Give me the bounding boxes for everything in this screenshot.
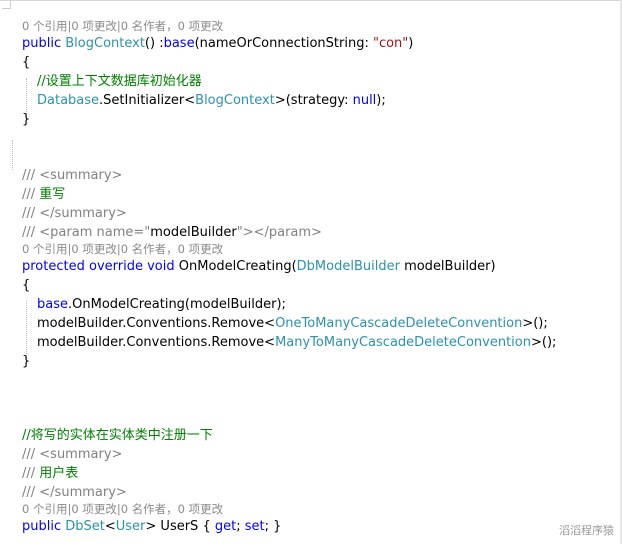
code-token: /// [22,485,40,500]
code-token: Database [37,93,100,108]
code-token: >(strategy: [274,93,353,108]
indent-guide [26,301,27,358]
code-token: OneToManyCascadeDeleteConvention [275,316,523,331]
code-token: "></param> [236,225,322,240]
code-token: BlogContext [65,36,145,51]
code-token: modelBuilder) [399,259,496,274]
code-token: > UserS { [145,519,215,534]
code-line: { [22,276,30,295]
code-line: modelBuilder.Conventions.Remove<ManyToMa… [37,333,556,352]
code-line: /// 重写 [22,185,65,204]
code-token: ) [408,36,414,51]
code-token: /// [22,206,40,221]
code-token: < [104,519,116,534]
code-line: /// <summary> [22,166,122,185]
code-token: //设置上下文数据库初始化器 [37,74,202,89]
code-token: modelBuilder [150,225,237,240]
code-token: modelBuilder.Conventions.Remove< [37,335,276,350]
code-token: >(); [522,316,548,331]
code-token: (nameOrConnectionString: [194,36,373,51]
code-line: modelBuilder.Conventions.Remove<OneToMan… [37,314,548,333]
code-token: ; [236,519,245,534]
code-token: <param name=" [39,225,151,240]
code-token: >(); [530,335,557,350]
code-line: } [22,352,30,371]
code-token: () : [144,36,164,51]
code-line: protected override void OnModelCreating(… [22,257,496,276]
code-token: void [147,259,179,274]
code-token: null [352,93,377,108]
code-token: 重写 [39,187,66,202]
code-token: "con" [372,36,409,51]
code-line: } [22,110,30,129]
code-line: /// 用户表 [22,464,78,483]
code-token: } [22,354,31,369]
code-editor[interactable]: 0 个引用|0 项更改|0 名作者，0 项更改 public BlogContex… [0,0,622,544]
code-token: ; } [264,519,282,534]
code-token: 0 个引用|0 项更改|0 名作者，0 项更改 [22,19,224,33]
code-line: { [22,53,30,72]
code-token: protected [22,259,89,274]
code-token: } [22,112,31,127]
code-token: base [37,297,68,312]
code-token: <summary> [39,447,123,462]
code-line: //设置上下文数据库初始化器 [37,72,202,91]
indent-guide [12,140,13,170]
code-token: 用户表 [39,466,79,481]
code-line: public BlogContext() :base(nameOrConnect… [22,34,413,53]
code-line: Database.SetInitializer<BlogContext>(str… [37,91,386,110]
code-token: /// [22,225,40,240]
watermark-text: 滔滔程序猿 [559,524,614,537]
code-token: modelBuilder.Conventions.Remove< [37,316,276,331]
code-token: DbSet [65,519,105,534]
code-token: public [22,36,66,51]
code-token: /// [22,187,40,202]
code-token: 0 个引用|0 项更改|0 名作者，0 项更改 [22,502,224,516]
code-token: /// [22,466,40,481]
code-line: //将写的实体在实体类中注册一下 [22,426,213,445]
code-token: </summary> [39,485,127,500]
code-token: //将写的实体在实体类中注册一下 [22,428,213,443]
code-token: .SetInitializer< [99,93,196,108]
code-token: 0 个引用|0 项更改|0 名作者，0 项更改 [22,242,224,256]
code-token: public [22,519,66,534]
code-token: ); [376,93,386,108]
code-line: /// </summary> [22,204,127,223]
collapse-corner-mark [2,0,11,9]
code-token: BlogContext [195,93,275,108]
code-token: /// [22,447,40,462]
code-token: /// [22,168,40,183]
code-token: ManyToManyCascadeDeleteConvention [275,335,531,350]
code-token: <summary> [39,168,123,183]
top-divider [0,0,622,1]
code-token: User [115,519,146,534]
code-token: override [89,259,148,274]
code-token: DbModelBuilder [296,259,400,274]
code-token: set [244,519,265,534]
code-line: base.OnModelCreating(modelBuilder); [37,295,286,314]
code-token: get [214,519,237,534]
code-line: public DbSet<User> UserS { get; set; } [22,517,281,536]
code-token: base [163,36,195,51]
code-token: .OnModelCreating(modelBuilder); [68,297,286,312]
code-token: </summary> [39,206,127,221]
code-token: { [22,55,31,70]
code-token: { [22,278,31,293]
code-line: /// <summary> [22,445,122,464]
code-token: OnModelCreating( [178,259,297,274]
